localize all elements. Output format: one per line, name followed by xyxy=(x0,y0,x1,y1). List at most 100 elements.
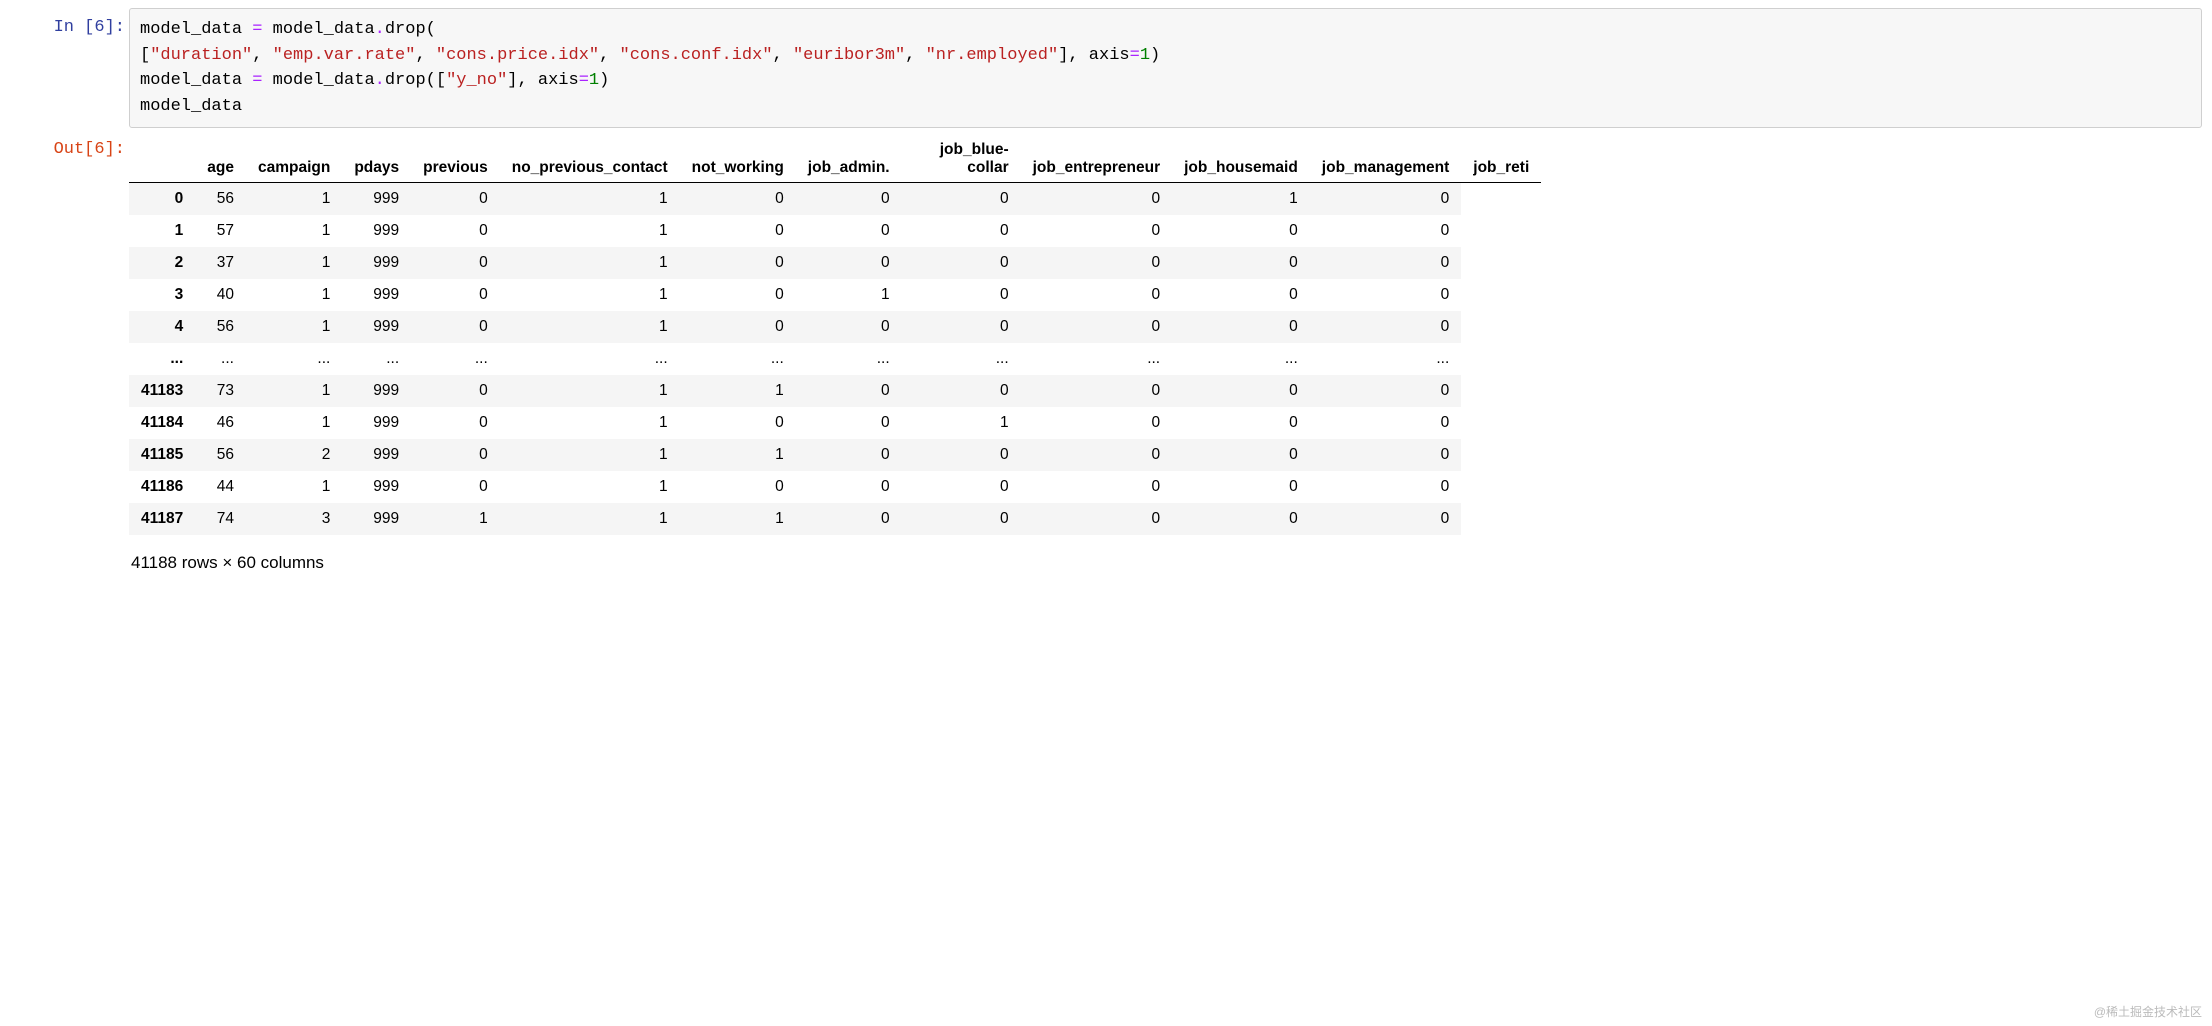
cell: 0 xyxy=(902,375,1021,407)
dataframe-body: 0561999010000101571999010000002371999010… xyxy=(129,183,1541,536)
cell: 0 xyxy=(902,279,1021,311)
input-cell: In [6]: model_data = model_data.drop( ["… xyxy=(10,8,2202,128)
cell: 0 xyxy=(1021,311,1172,343)
column-header: job_housemaid xyxy=(1172,136,1310,183)
cell: 0 xyxy=(1172,247,1310,279)
row-index: 2 xyxy=(129,247,195,279)
cell: 0 xyxy=(902,247,1021,279)
row-index: 1 xyxy=(129,215,195,247)
cell: 0 xyxy=(796,503,902,535)
cell: 999 xyxy=(342,183,411,216)
cell: 0 xyxy=(1310,279,1461,311)
cell: 0 xyxy=(1310,439,1461,471)
cell: 1 xyxy=(411,503,500,535)
cell: 1 xyxy=(500,471,680,503)
cell: 1 xyxy=(500,279,680,311)
cell: 0 xyxy=(1310,215,1461,247)
cell: 1 xyxy=(796,279,902,311)
dataframe-footer: 41188 rows × 60 columns xyxy=(129,539,2202,579)
cell: 1 xyxy=(902,407,1021,439)
column-header: campaign xyxy=(246,136,342,183)
column-header: not_working xyxy=(680,136,796,183)
cell: 0 xyxy=(1021,503,1172,535)
cell: 999 xyxy=(342,439,411,471)
cell: 0 xyxy=(411,215,500,247)
cell: 0 xyxy=(1021,247,1172,279)
row-index: 41184 xyxy=(129,407,195,439)
cell: 1 xyxy=(246,471,342,503)
cell: 999 xyxy=(342,503,411,535)
cell: 0 xyxy=(902,311,1021,343)
watermark: @稀土掘金技术社区 xyxy=(2094,1003,2202,1020)
cell: 1 xyxy=(500,375,680,407)
cell: 0 xyxy=(1172,311,1310,343)
cell: 0 xyxy=(796,183,902,216)
cell: 0 xyxy=(1172,279,1310,311)
cell: 1 xyxy=(246,311,342,343)
column-header: job_blue-collar xyxy=(902,136,1021,183)
table-row: 157199901000000 xyxy=(129,215,1541,247)
cell: 1 xyxy=(680,439,796,471)
input-prompt: In [6]: xyxy=(10,8,129,40)
cell: 0 xyxy=(680,311,796,343)
cell: ... xyxy=(1310,343,1461,375)
cell: 1 xyxy=(500,215,680,247)
column-header: job_entrepreneur xyxy=(1021,136,1172,183)
cell: 999 xyxy=(342,311,411,343)
output-prompt: Out[6]: xyxy=(10,130,129,162)
cell: 3 xyxy=(246,503,342,535)
cell: 0 xyxy=(1021,471,1172,503)
table-row: 056199901000010 xyxy=(129,183,1541,216)
cell: 0 xyxy=(1172,375,1310,407)
table-row: 4118446199901001000 xyxy=(129,407,1541,439)
table-row: 340199901010000 xyxy=(129,279,1541,311)
row-index: 41183 xyxy=(129,375,195,407)
cell: ... xyxy=(195,343,246,375)
index-header xyxy=(129,136,195,183)
cell: 1 xyxy=(500,247,680,279)
cell: 0 xyxy=(1310,471,1461,503)
cell: 1 xyxy=(246,407,342,439)
cell: 0 xyxy=(796,311,902,343)
cell: 1 xyxy=(1172,183,1310,216)
cell: 0 xyxy=(680,471,796,503)
cell: 0 xyxy=(1172,503,1310,535)
cell: 1 xyxy=(246,247,342,279)
code-input[interactable]: model_data = model_data.drop( ["duration… xyxy=(129,8,2202,128)
cell: 1 xyxy=(680,375,796,407)
cell: 0 xyxy=(1021,439,1172,471)
output-area[interactable]: agecampaignpdayspreviousno_previous_cont… xyxy=(129,130,2202,579)
column-header: job_reti xyxy=(1461,136,1541,183)
cell: ... xyxy=(500,343,680,375)
cell: 0 xyxy=(1310,375,1461,407)
cell: 1 xyxy=(246,215,342,247)
cell: 0 xyxy=(1310,407,1461,439)
cell: ... xyxy=(246,343,342,375)
dataframe-head: agecampaignpdayspreviousno_previous_cont… xyxy=(129,136,1541,183)
cell: 0 xyxy=(1310,503,1461,535)
cell: 0 xyxy=(680,407,796,439)
row-index: ... xyxy=(129,343,195,375)
cell: 0 xyxy=(1310,183,1461,216)
cell: 999 xyxy=(342,247,411,279)
row-index: 41186 xyxy=(129,471,195,503)
cell: 57 xyxy=(195,215,246,247)
row-index: 41185 xyxy=(129,439,195,471)
cell: 56 xyxy=(195,311,246,343)
cell: 0 xyxy=(680,215,796,247)
cell: 0 xyxy=(1021,407,1172,439)
cell: ... xyxy=(1172,343,1310,375)
cell: 0 xyxy=(411,407,500,439)
cell: 56 xyxy=(195,183,246,216)
table-row: 4118644199901000000 xyxy=(129,471,1541,503)
cell: 2 xyxy=(246,439,342,471)
table-row: 4118556299901100000 xyxy=(129,439,1541,471)
cell: 1 xyxy=(680,503,796,535)
cell: 40 xyxy=(195,279,246,311)
cell: 0 xyxy=(1021,375,1172,407)
cell: ... xyxy=(1021,343,1172,375)
cell: 0 xyxy=(411,439,500,471)
row-index: 0 xyxy=(129,183,195,216)
cell: 0 xyxy=(411,183,500,216)
cell: ... xyxy=(680,343,796,375)
